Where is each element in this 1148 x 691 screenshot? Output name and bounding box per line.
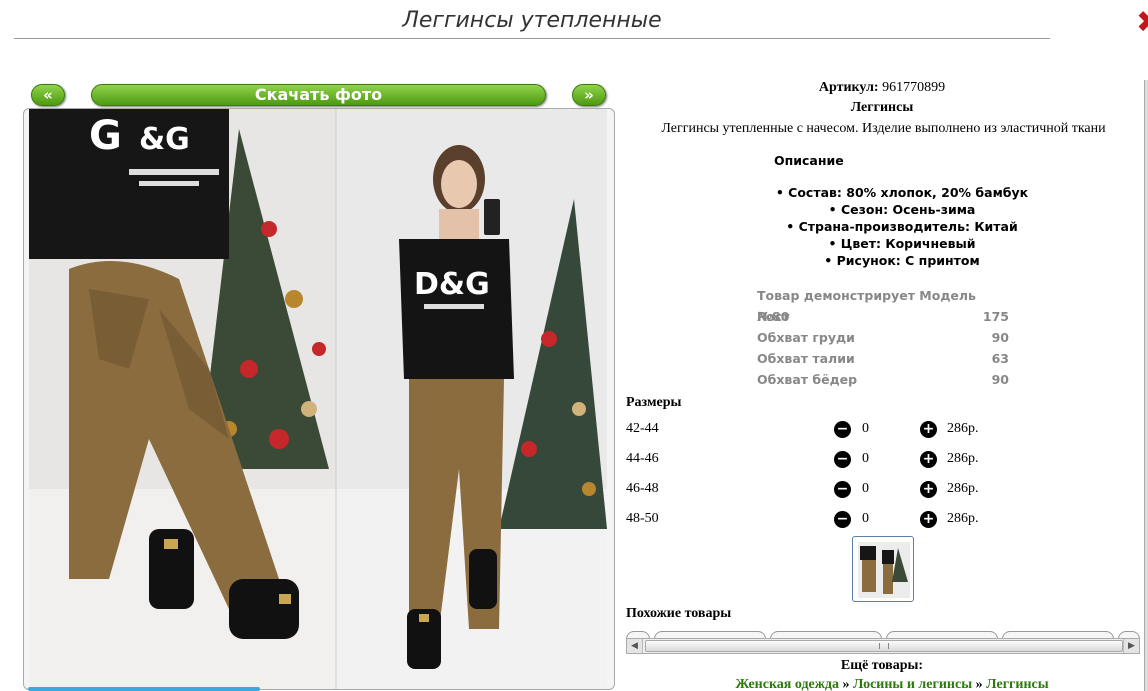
breadcrumb-separator: » xyxy=(972,677,987,691)
size-label: 46-48 xyxy=(626,481,659,496)
model-row-value: 90 xyxy=(991,372,1009,387)
plus-icon[interactable]: + xyxy=(920,451,937,468)
thumbnail-image xyxy=(858,542,910,598)
svg-text:G: G xyxy=(89,113,122,159)
size-quantity: 0 xyxy=(862,421,869,436)
model-row-label: Обхват бёдер xyxy=(757,372,858,387)
product-photo[interactable]: G &G D&G xyxy=(23,108,615,690)
breadcrumb-separator: » xyxy=(839,677,853,691)
minus-icon[interactable]: − xyxy=(834,451,851,468)
description-heading: Описание xyxy=(774,153,844,168)
size-label: 44-46 xyxy=(626,451,659,466)
size-quantity: 0 xyxy=(862,481,869,496)
size-row: 44-46 − 0 + 286р. xyxy=(626,448,1026,472)
size-row: 42-44 − 0 + 286р. xyxy=(626,418,1026,442)
model-row: Обхват талии 63 xyxy=(757,348,1009,369)
product-kind: Леггинсы xyxy=(850,100,914,115)
minus-icon[interactable]: − xyxy=(834,511,851,528)
scroll-left-icon[interactable]: ◀ xyxy=(627,639,643,653)
model-row-value: 63 xyxy=(991,351,1009,366)
breadcrumb-link[interactable]: Лосины и легинсы xyxy=(853,677,972,691)
title-divider xyxy=(14,38,1050,39)
next-photo-button[interactable]: » xyxy=(572,84,606,106)
property-item: • Состав: 80% хлопок, 20% бамбук xyxy=(775,185,1029,200)
minus-icon[interactable]: − xyxy=(834,481,851,498)
minus-icon[interactable]: − xyxy=(834,421,851,438)
sizes-heading: Размеры xyxy=(626,395,682,410)
model-row: Обхват бёдер 90 xyxy=(757,369,1009,390)
more-products-heading: Ещё товары: xyxy=(840,658,924,673)
size-row: 46-48 − 0 + 286р. xyxy=(626,478,1026,502)
property-item: • Сезон: Осень-зима xyxy=(828,202,976,217)
model-row-label: Обхват талии xyxy=(757,351,855,366)
close-icon[interactable]: ✖ xyxy=(1136,8,1148,38)
property-list: • Состав: 80% хлопок, 20% бамбук • Сезон… xyxy=(722,184,1082,269)
article-label: Артикул: xyxy=(818,80,879,95)
svg-text:&G: &G xyxy=(139,122,190,157)
model-row: Обхват груди 90 xyxy=(757,327,1009,348)
photo-scroll-indicator xyxy=(28,687,260,691)
model-row-label: Обхват груди xyxy=(757,330,855,345)
download-photo-button[interactable]: Скачать фото xyxy=(91,84,546,106)
plus-icon[interactable]: + xyxy=(920,511,937,528)
breadcrumb-link[interactable]: Леггинсы xyxy=(986,677,1049,691)
scroll-right-icon[interactable]: ▶ xyxy=(1123,639,1139,653)
model-measurements: Товар демонстрирует Модель №80 Рост 175 О… xyxy=(757,285,1009,390)
product-description: Леггинсы утепленные с начесом. Изделие в… xyxy=(661,121,1106,136)
plus-icon[interactable]: + xyxy=(920,481,937,498)
plus-icon[interactable]: + xyxy=(920,421,937,438)
property-item: • Страна-производитель: Китай xyxy=(786,219,1018,234)
model-header: Товар демонстрирует Модель №80 xyxy=(757,285,1009,324)
property-item: • Рисунок: С принтом xyxy=(824,253,980,268)
breadcrumb: Женская одежда » Лосины и легинсы » Легг… xyxy=(622,677,1148,691)
model-row: Рост 175 xyxy=(757,306,1009,327)
size-price: 286р. xyxy=(947,421,979,436)
scrollbar-grip xyxy=(879,643,889,649)
article-line: Артикул: 961770899 xyxy=(622,80,1142,96)
size-label: 42-44 xyxy=(626,421,659,436)
model-row-value: 90 xyxy=(991,330,1009,345)
svg-text:D&G: D&G xyxy=(414,267,490,302)
similar-scrollbar[interactable]: ◀ ▶ xyxy=(626,638,1140,654)
scrollbar-thumb[interactable] xyxy=(645,640,1123,652)
size-quantity: 0 xyxy=(862,451,869,466)
article-value: 961770899 xyxy=(882,80,946,95)
page-scrollbar[interactable] xyxy=(1144,80,1148,691)
photo-thumbnail[interactable] xyxy=(852,536,914,602)
page-title: Леггинсы утепленные xyxy=(402,8,662,33)
size-label: 48-50 xyxy=(626,511,659,526)
size-price: 286р. xyxy=(947,511,979,526)
property-item: • Цвет: Коричневый xyxy=(828,236,976,251)
size-row: 48-50 − 0 + 286р. xyxy=(626,508,1026,532)
model-header-text: Товар демонстрирует Модель №80 xyxy=(757,288,976,324)
similar-products-heading: Похожие товары xyxy=(626,606,732,621)
size-quantity: 0 xyxy=(862,511,869,526)
model-row-value: 175 xyxy=(982,309,1009,324)
model-row-label: Рост xyxy=(757,309,790,324)
size-price: 286р. xyxy=(947,481,979,496)
product-photo-image: G &G D&G xyxy=(29,109,607,689)
prev-photo-button[interactable]: « xyxy=(31,84,65,106)
breadcrumb-link[interactable]: Женская одежда xyxy=(735,677,839,691)
size-price: 286р. xyxy=(947,451,979,466)
